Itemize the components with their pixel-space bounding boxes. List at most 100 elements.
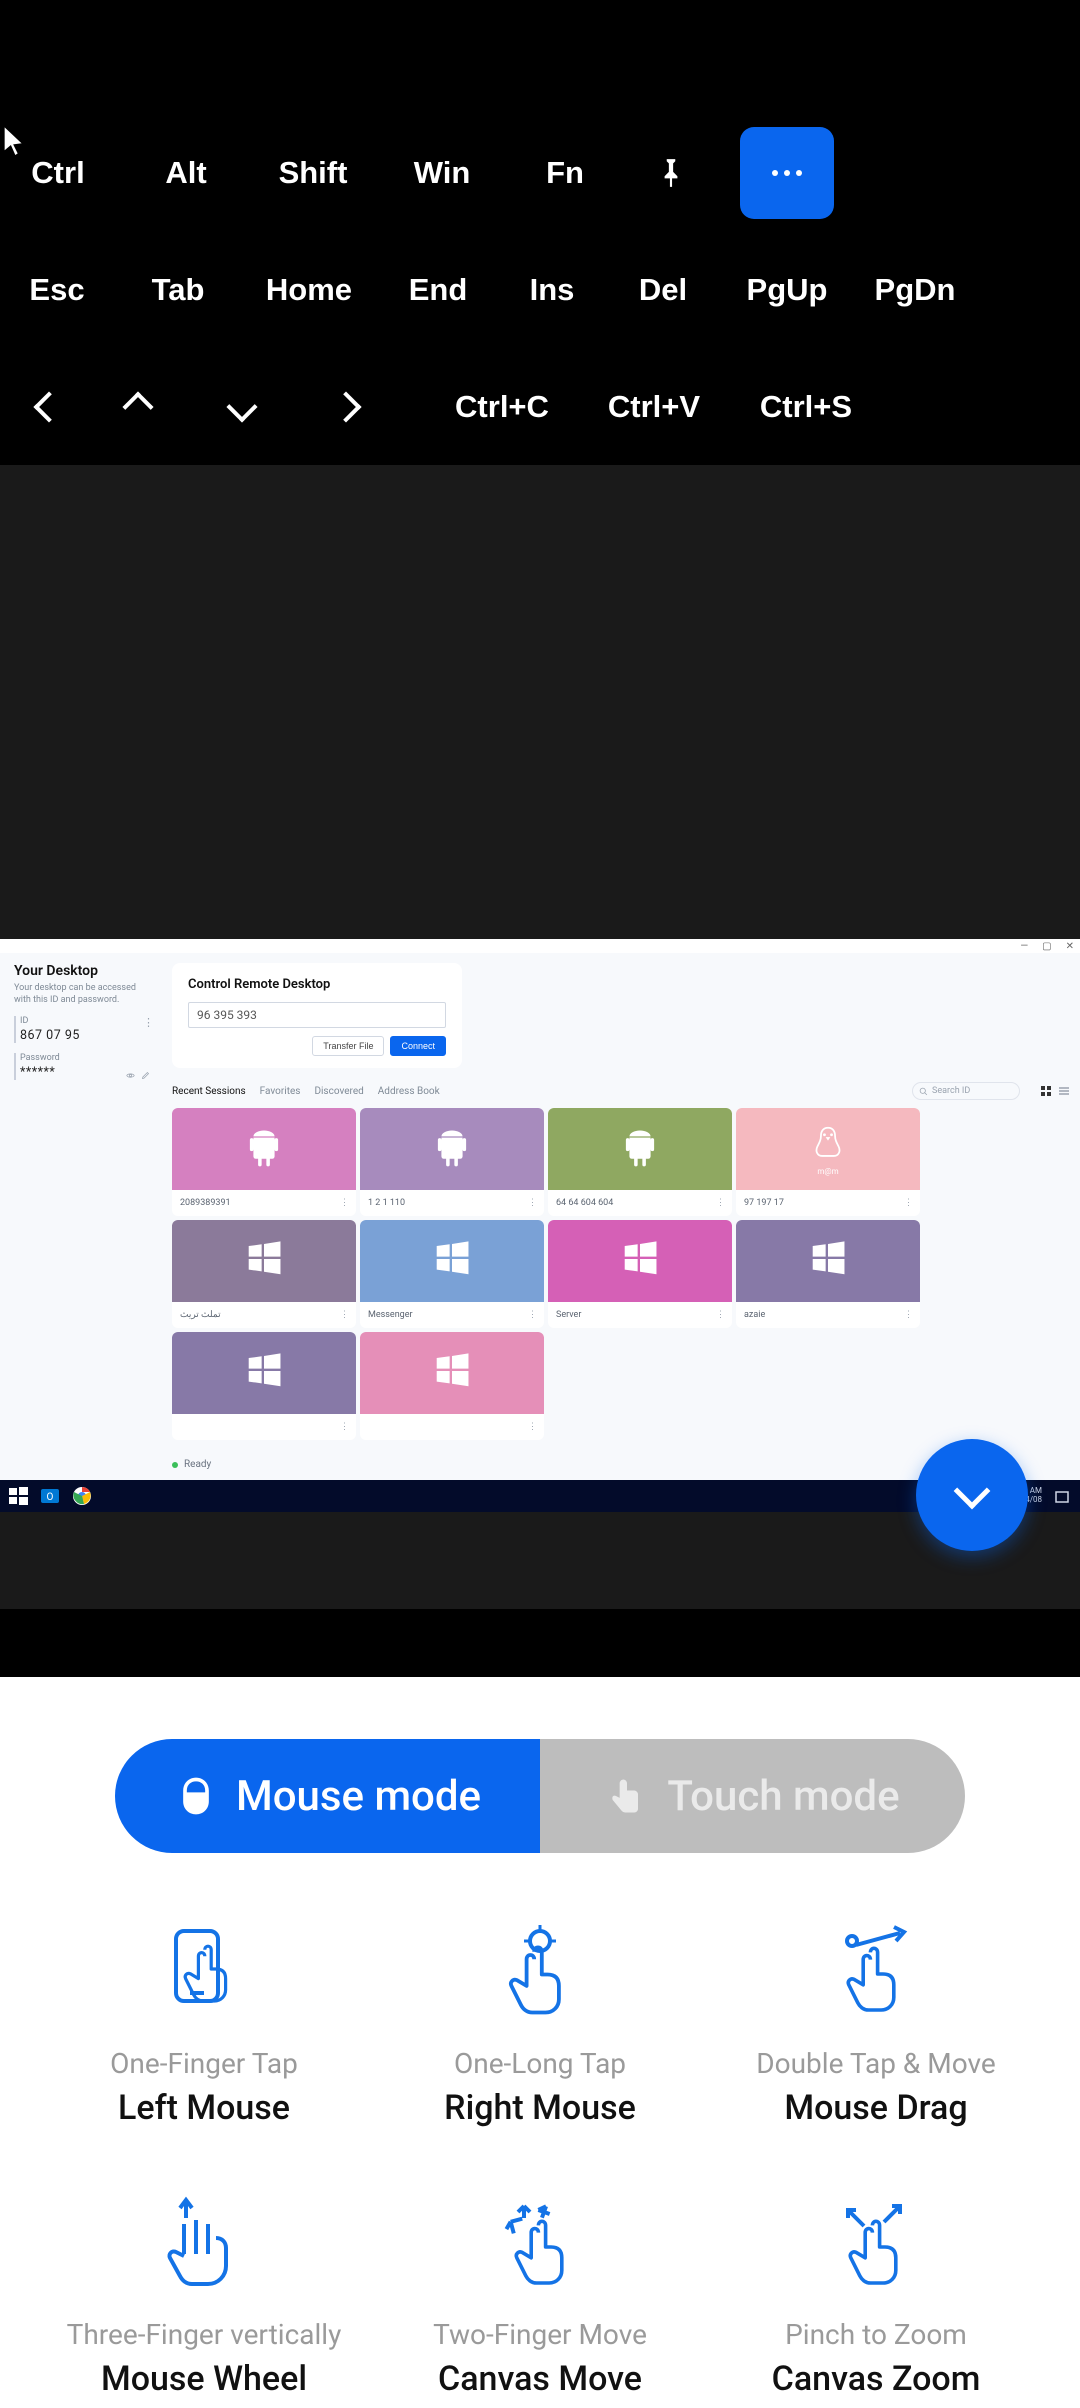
key-pgup[interactable]: PgUp xyxy=(730,244,844,336)
taskbar-tray-icon[interactable] xyxy=(1050,1484,1074,1508)
shortcut-save[interactable]: Ctrl+S xyxy=(742,361,870,453)
shortcut-paste[interactable]: Ctrl+V xyxy=(590,361,718,453)
session-tile[interactable]: Server⋮ xyxy=(548,1220,732,1328)
tile-footer: ⋮ xyxy=(360,1414,544,1440)
chevron-down-icon xyxy=(954,1473,991,1510)
gesture-title: Canvas Zoom xyxy=(772,2359,981,2399)
remote-id-input[interactable]: 96 395 393 xyxy=(188,1002,446,1028)
key-fn[interactable]: Fn xyxy=(522,127,608,219)
key-pgdn[interactable]: PgDn xyxy=(858,244,972,336)
tile-header: m@m xyxy=(736,1108,920,1190)
key-esc[interactable]: Esc xyxy=(12,244,102,336)
gesture-drag-icon xyxy=(828,1917,924,2025)
tile-menu-icon[interactable]: ⋮ xyxy=(716,1310,724,1320)
gesture-subtitle: Two-Finger Move xyxy=(433,2318,647,2351)
session-tile[interactable]: ⋮ xyxy=(172,1332,356,1440)
key-alt[interactable]: Alt xyxy=(140,127,232,219)
session-tile[interactable]: ⋮ xyxy=(360,1332,544,1440)
session-tile[interactable]: 1 2 1 110⋮ xyxy=(360,1108,544,1216)
tab-address-book[interactable]: Address Book xyxy=(378,1086,440,1097)
grid-view-icon[interactable] xyxy=(1040,1085,1052,1097)
tile-menu-icon[interactable]: ⋮ xyxy=(528,1198,536,1208)
remote-main-panel: Control Remote Desktop 96 395 393 Transf… xyxy=(162,953,1080,1473)
key-arrow-down[interactable] xyxy=(190,361,294,453)
status-text: Ready xyxy=(184,1459,211,1470)
taskbar-chrome-icon[interactable] xyxy=(70,1484,94,1508)
control-remote-title: Control Remote Desktop xyxy=(188,977,446,992)
search-id-input[interactable]: Search ID xyxy=(912,1082,1020,1100)
tile-label: 64 64 604 604 xyxy=(556,1198,613,1208)
key-win[interactable]: Win xyxy=(392,127,492,219)
control-remote-card: Control Remote Desktop 96 395 393 Transf… xyxy=(172,963,462,1068)
shortcut-copy[interactable]: Ctrl+C xyxy=(438,361,566,453)
session-tile[interactable]: 2089389391⋮ xyxy=(172,1108,356,1216)
mouse-mode-button[interactable]: Mouse mode xyxy=(115,1739,540,1853)
edit-icon[interactable] xyxy=(141,1071,150,1080)
tile-menu-icon[interactable]: ⋮ xyxy=(528,1310,536,1320)
remote-desktop-view[interactable]: — ▢ ✕ Your Desktop Your desktop can be a… xyxy=(0,939,1080,1609)
taskbar-start-icon[interactable] xyxy=(6,1484,30,1508)
gesture-title: Right Mouse xyxy=(444,2088,636,2128)
key-home[interactable]: Home xyxy=(248,244,370,336)
tile-menu-icon[interactable]: ⋮ xyxy=(904,1198,912,1208)
gesture-subtitle: One-Finger Tap xyxy=(110,2047,298,2080)
session-tile[interactable]: 64 64 604 604 ⋮ xyxy=(548,1108,732,1216)
virtual-keyboard-toolbar: Ctrl Alt Shift Win Fn Esc Tab Home End I… xyxy=(0,114,1080,465)
session-tile[interactable]: m@m97 197 17⋮ xyxy=(736,1108,920,1216)
transfer-file-button[interactable]: Transfer File xyxy=(312,1036,384,1056)
key-tab[interactable]: Tab xyxy=(130,244,226,336)
tile-footer: 64 64 604 604 ⋮ xyxy=(548,1190,732,1216)
tab-favorites[interactable]: Favorites xyxy=(260,1086,301,1097)
session-tile[interactable]: azaie ⋮ xyxy=(736,1220,920,1328)
key-end[interactable]: End xyxy=(390,244,486,336)
tile-header xyxy=(360,1332,544,1414)
chevron-right-icon xyxy=(330,391,361,422)
tab-recent-sessions[interactable]: Recent Sessions xyxy=(172,1086,246,1097)
id-field: ⋮ ID 867 07 95 xyxy=(14,1016,154,1043)
tile-menu-icon[interactable]: ⋮ xyxy=(716,1198,724,1208)
mouse-cursor xyxy=(3,125,25,157)
tile-menu-icon[interactable]: ⋮ xyxy=(340,1422,348,1432)
id-menu-icon[interactable]: ⋮ xyxy=(143,1016,154,1029)
close-icon[interactable]: ✕ xyxy=(1066,941,1074,952)
remote-view-upper-blank[interactable] xyxy=(0,465,1080,939)
key-arrow-left[interactable] xyxy=(12,361,86,453)
mode-toggle: Mouse mode Touch mode xyxy=(115,1739,965,1853)
tile-label: azaie xyxy=(744,1310,765,1320)
maximize-icon[interactable]: ▢ xyxy=(1042,941,1051,952)
key-arrow-right[interactable] xyxy=(294,361,398,453)
gesture-item: One-Finger TapLeft Mouse xyxy=(36,1917,372,2128)
session-tile[interactable]: Messenger⋮ xyxy=(360,1220,544,1328)
key-arrow-up[interactable] xyxy=(86,361,190,453)
tile-menu-icon[interactable]: ⋮ xyxy=(340,1198,348,1208)
gesture-subtitle: Pinch to Zoom xyxy=(785,2318,967,2351)
key-ins[interactable]: Ins xyxy=(508,244,596,336)
android-icon xyxy=(244,1127,284,1167)
gesture-subtitle: Double Tap & Move xyxy=(756,2047,995,2080)
key-del[interactable]: Del xyxy=(618,244,708,336)
list-view-icon[interactable] xyxy=(1058,1085,1070,1097)
eye-icon[interactable] xyxy=(126,1071,135,1080)
session-tile[interactable]: تملث تريث⋮ xyxy=(172,1220,356,1328)
search-icon xyxy=(919,1087,928,1096)
tab-discovered[interactable]: Discovered xyxy=(314,1086,363,1097)
remote-app-window: — ▢ ✕ Your Desktop Your desktop can be a… xyxy=(0,939,1080,1512)
minimize-icon[interactable]: — xyxy=(1020,941,1028,952)
windows-icon xyxy=(244,1351,284,1391)
more-button[interactable] xyxy=(740,127,834,219)
gesture-wheel-icon xyxy=(156,2188,252,2296)
remote-sidebar: Your Desktop Your desktop can be accesse… xyxy=(0,953,162,1473)
tile-menu-icon[interactable]: ⋮ xyxy=(528,1422,536,1432)
tile-menu-icon[interactable]: ⋮ xyxy=(904,1310,912,1320)
gesture-item: Three-Finger verticallyMouse Wheel xyxy=(36,2188,372,2399)
key-shift[interactable]: Shift xyxy=(258,127,368,219)
password-field: Password ****** xyxy=(14,1053,154,1080)
password-label: Password xyxy=(20,1053,154,1063)
status-bar-spacer xyxy=(0,0,1080,114)
pin-button[interactable] xyxy=(630,127,712,219)
collapse-fab[interactable] xyxy=(916,1439,1028,1551)
taskbar-outlook-icon[interactable]: O xyxy=(38,1484,62,1508)
tile-menu-icon[interactable]: ⋮ xyxy=(340,1310,348,1320)
touch-mode-button[interactable]: Touch mode xyxy=(540,1739,965,1853)
connect-button[interactable]: Connect xyxy=(390,1036,446,1056)
